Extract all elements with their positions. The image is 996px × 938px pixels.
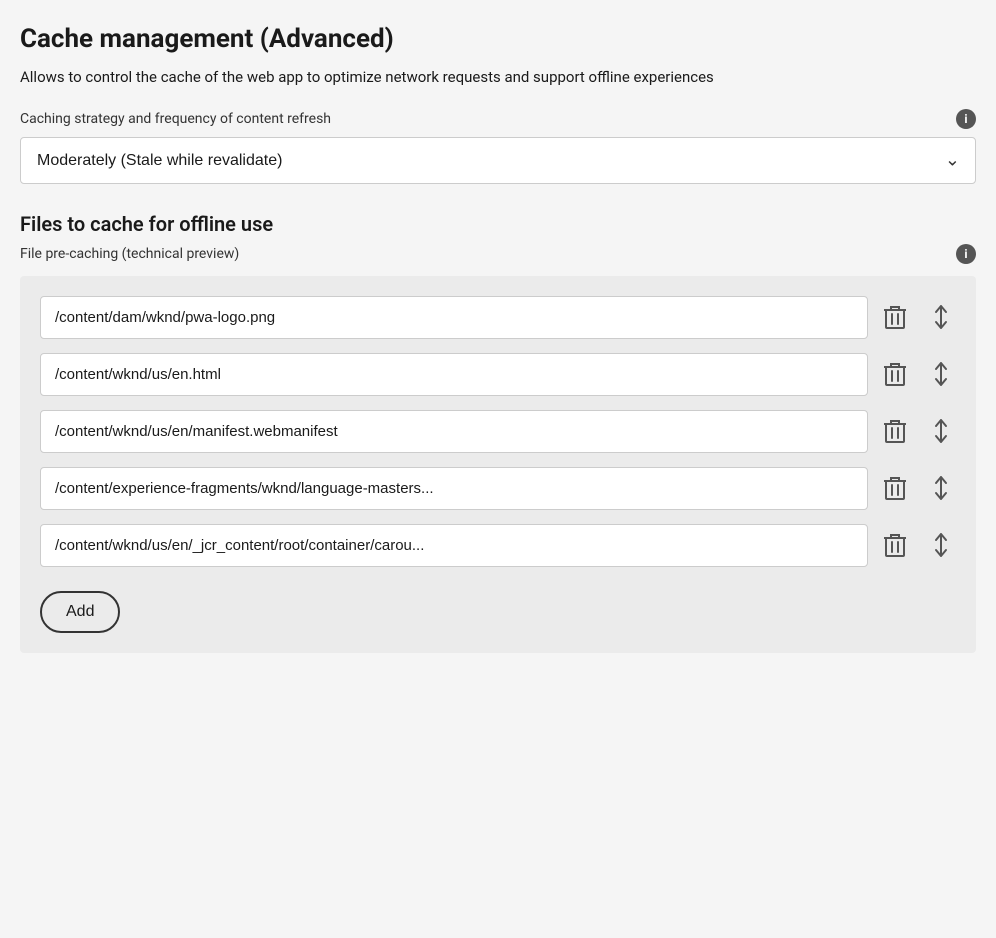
caching-strategy-dropdown[interactable]: Moderately (Stale while revalidate) Aggr… <box>20 137 976 184</box>
trash-icon <box>884 475 906 501</box>
file-row <box>40 524 956 567</box>
sort-icon <box>930 475 952 501</box>
sort-icon <box>930 418 952 444</box>
reorder-button-2[interactable] <box>926 414 956 448</box>
sort-icon <box>930 532 952 558</box>
sort-icon <box>930 304 952 330</box>
files-container: Add <box>20 276 976 653</box>
file-precaching-info-icon[interactable]: i <box>956 244 976 264</box>
reorder-button-3[interactable] <box>926 471 956 505</box>
caching-strategy-label: Caching strategy and frequency of conten… <box>20 111 331 127</box>
sort-icon <box>930 361 952 387</box>
trash-icon <box>884 418 906 444</box>
trash-icon <box>884 304 906 330</box>
page-description: Allows to control the cache of the web a… <box>20 66 976 89</box>
reorder-button-4[interactable] <box>926 528 956 562</box>
delete-button-4[interactable] <box>880 528 910 562</box>
file-row <box>40 467 956 510</box>
file-input-1[interactable] <box>40 353 868 396</box>
file-input-0[interactable] <box>40 296 868 339</box>
reorder-button-1[interactable] <box>926 357 956 391</box>
trash-icon <box>884 361 906 387</box>
add-button[interactable]: Add <box>40 591 120 633</box>
file-precaching-label: File pre-caching (technical preview) <box>20 246 239 262</box>
delete-button-1[interactable] <box>880 357 910 391</box>
file-input-2[interactable] <box>40 410 868 453</box>
files-section-title: Files to cache for offline use <box>20 212 976 236</box>
file-row <box>40 296 956 339</box>
reorder-button-0[interactable] <box>926 300 956 334</box>
delete-button-3[interactable] <box>880 471 910 505</box>
file-input-4[interactable] <box>40 524 868 567</box>
delete-button-2[interactable] <box>880 414 910 448</box>
file-row <box>40 410 956 453</box>
trash-icon <box>884 532 906 558</box>
delete-button-0[interactable] <box>880 300 910 334</box>
file-input-3[interactable] <box>40 467 868 510</box>
caching-strategy-info-icon[interactable]: i <box>956 109 976 129</box>
file-row <box>40 353 956 396</box>
page-title: Cache management (Advanced) <box>20 24 976 54</box>
